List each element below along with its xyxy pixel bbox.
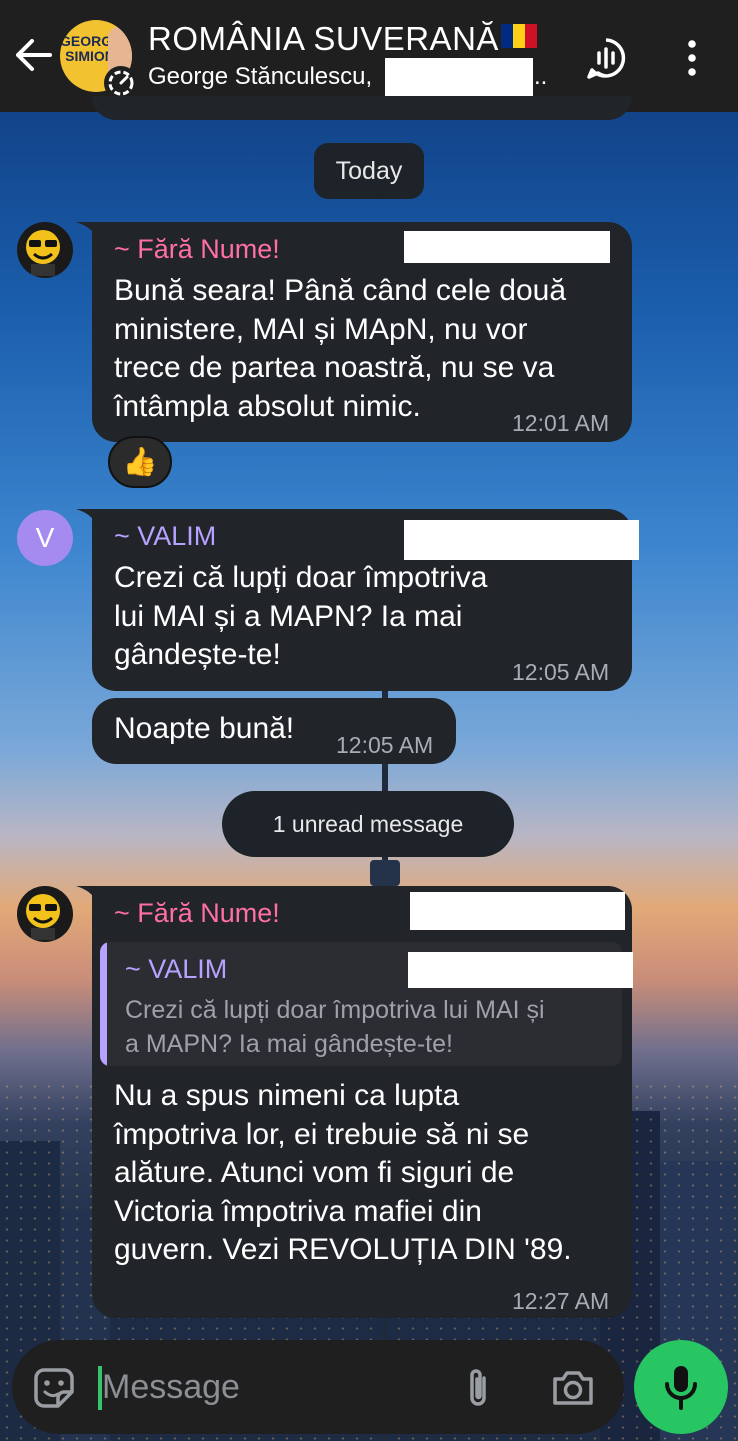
subtitle-ellipsis: .. <box>534 63 548 90</box>
more-options-icon[interactable] <box>678 36 706 80</box>
sender-avatar[interactable]: V <box>17 510 73 566</box>
sender-name[interactable]: ~ Fără Nume! <box>114 898 280 929</box>
previous-message-bubble <box>92 96 632 120</box>
sender-avatar[interactable] <box>17 222 73 278</box>
redacted-box <box>385 58 533 96</box>
message-line: alăture. Atunci vom fi siguri de <box>114 1156 515 1189</box>
message-line: întâmpla absolut nimic. <box>114 390 421 423</box>
reaction-thumbs-up[interactable]: 👍 <box>108 436 172 488</box>
message-line: lui MAI și a MAPN? Ia mai <box>114 600 463 633</box>
sender-name[interactable]: ~ Fără Nume! <box>114 234 280 265</box>
message-input[interactable] <box>102 1356 442 1418</box>
reply-sender: ~ VALIM <box>125 954 228 984</box>
redacted-box <box>404 520 639 560</box>
story-icon <box>104 66 138 100</box>
message-time: 12:01 AM <box>512 410 610 436</box>
sticker-icon[interactable] <box>32 1366 76 1410</box>
message-line: Crezi că lupți doar împotriva <box>114 561 488 594</box>
message-line: trece de partea noastră, nu se va <box>114 351 555 384</box>
chat-title[interactable]: ROMÂNIA SUVERANĂ <box>148 18 537 58</box>
redacted-box <box>410 892 625 930</box>
date-separator: Today <box>314 143 424 199</box>
message-line: împotriva lor, ei trebuie să ni se <box>114 1118 530 1151</box>
message-line: Noapte bună! <box>114 712 295 745</box>
reply-line: a MAPN? Ia mai gândește-te! <box>125 1030 453 1058</box>
back-arrow-icon[interactable] <box>14 38 54 72</box>
camera-icon[interactable] <box>550 1366 596 1410</box>
unread-separator: 1 unread message <box>222 791 514 857</box>
sender-avatar[interactable] <box>17 886 73 942</box>
romania-flag-icon <box>500 18 537 48</box>
reply-line: Crezi că lupți doar împotriva lui MAI și <box>125 996 545 1024</box>
message-time: 12:27 AM <box>512 1288 610 1314</box>
chat-subtitle[interactable]: George Stănculescu, <box>148 63 372 91</box>
redacted-box <box>408 952 633 988</box>
message-line: gândește-te! <box>114 638 281 671</box>
redacted-box <box>404 231 610 263</box>
sender-name[interactable]: ~ VALIM <box>114 521 216 552</box>
voice-chat-icon[interactable] <box>584 36 628 80</box>
message-composer <box>12 1340 624 1434</box>
message-time: 12:05 AM <box>336 732 434 758</box>
microphone-icon <box>665 1366 697 1410</box>
message-time: 12:05 AM <box>512 659 610 685</box>
voice-message-button[interactable] <box>634 1340 728 1434</box>
attach-paperclip-icon[interactable] <box>460 1366 496 1410</box>
message-line: Victoria împotriva mafiei din <box>114 1195 482 1228</box>
reply-quote-bar <box>100 942 107 1066</box>
message-line: Bună seara! Până când cele două <box>114 274 567 307</box>
message-line: ministere, MAI și MApN, nu vor <box>114 313 528 346</box>
message-line: guvern. Vezi REVOLUȚIA DIN '89. <box>114 1233 572 1266</box>
message-bubble[interactable]: Noapte bună! 12:05 AM <box>92 698 456 764</box>
message-line: Nu a spus nimeni ca lupta <box>114 1079 460 1112</box>
